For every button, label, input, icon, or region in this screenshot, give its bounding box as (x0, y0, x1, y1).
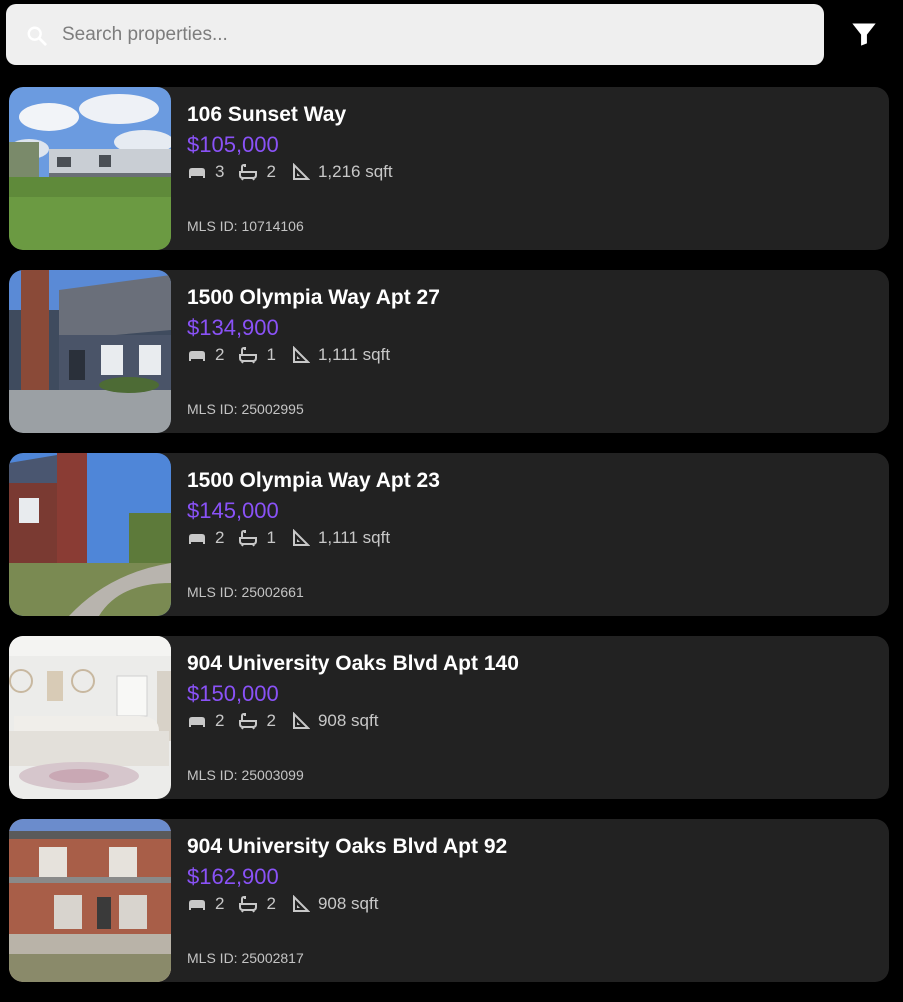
square-foot-icon (292, 346, 310, 363)
property-stats: 2 2 908 sqft (187, 894, 392, 914)
property-stats: 2 1 1,111 sqft (187, 528, 404, 548)
property-price: $105,000 (187, 132, 279, 157)
bed-icon (189, 168, 205, 178)
sqft-value: 1,216 sqft (317, 162, 393, 181)
bed-icon (189, 900, 205, 910)
baths-count: 1 (266, 528, 276, 547)
bed-icon (189, 717, 205, 727)
beds-count: 3 (215, 162, 225, 181)
search-bar[interactable] (6, 4, 824, 65)
property-card[interactable]: 1500 Olympia Way Apt 23 $145,000 2 1 1,1… (9, 453, 889, 616)
search-icon (27, 26, 47, 46)
bed-icon (189, 351, 205, 361)
baths-count: 2 (266, 711, 276, 730)
property-card[interactable]: 106 Sunset Way $105,000 3 2 1,216 sqft M… (9, 87, 889, 250)
sqft-value: 1,111 sqft (317, 345, 391, 364)
property-card[interactable]: 1500 Olympia Way Apt 27 $134,900 2 1 1,1… (9, 270, 889, 433)
baths-count: 2 (266, 894, 276, 913)
bathtub-icon (239, 164, 258, 181)
property-stats: 2 2 908 sqft (187, 711, 392, 731)
property-photo (9, 87, 171, 250)
property-address: 1500 Olympia Way Apt 27 (187, 286, 440, 309)
beds-count: 2 (215, 528, 225, 547)
square-foot-icon (292, 529, 310, 546)
baths-count: 2 (266, 162, 276, 181)
mls-id: MLS ID: 25002817 (187, 950, 304, 966)
property-address: 1500 Olympia Way Apt 23 (187, 469, 440, 492)
property-stats: 2 1 1,111 sqft (187, 345, 404, 365)
property-card[interactable]: 904 University Oaks Blvd Apt 140 $150,00… (9, 636, 889, 799)
property-address: 106 Sunset Way (187, 103, 347, 126)
bathtub-icon (239, 530, 258, 547)
property-photo (9, 453, 171, 616)
property-price: $162,900 (187, 864, 279, 889)
square-foot-icon (292, 895, 310, 912)
property-card[interactable]: 904 University Oaks Blvd Apt 92 $162,900… (9, 819, 889, 982)
bathtub-icon (239, 896, 258, 913)
property-photo (9, 270, 171, 433)
sqft-value: 908 sqft (317, 711, 379, 730)
property-address: 904 University Oaks Blvd Apt 92 (187, 835, 508, 858)
beds-count: 2 (215, 711, 225, 730)
beds-count: 2 (215, 345, 225, 364)
bed-icon (189, 534, 205, 544)
top-bar (0, 0, 903, 72)
mls-id: MLS ID: 25002661 (187, 584, 304, 600)
mls-id: MLS ID: 10714106 (187, 218, 304, 234)
baths-count: 1 (266, 345, 276, 364)
sqft-value: 1,111 sqft (317, 528, 391, 547)
bathtub-icon (239, 713, 258, 730)
sqft-value: 908 sqft (317, 894, 379, 913)
filter-icon (852, 23, 876, 46)
property-photo (9, 819, 171, 982)
property-price: $150,000 (187, 681, 279, 706)
square-foot-icon (292, 163, 310, 180)
mls-id: MLS ID: 25002995 (187, 401, 304, 417)
property-stats: 3 2 1,216 sqft (187, 162, 407, 182)
square-foot-icon (292, 712, 310, 729)
property-address: 904 University Oaks Blvd Apt 140 (187, 652, 519, 675)
search-input[interactable] (62, 4, 802, 65)
property-price: $134,900 (187, 315, 279, 340)
filter-button[interactable] (844, 14, 884, 54)
property-photo (9, 636, 171, 799)
property-price: $145,000 (187, 498, 279, 523)
bathtub-icon (239, 347, 258, 364)
beds-count: 2 (215, 894, 225, 913)
property-list: 106 Sunset Way $105,000 3 2 1,216 sqft M… (9, 87, 889, 1002)
mls-id: MLS ID: 25003099 (187, 767, 304, 783)
